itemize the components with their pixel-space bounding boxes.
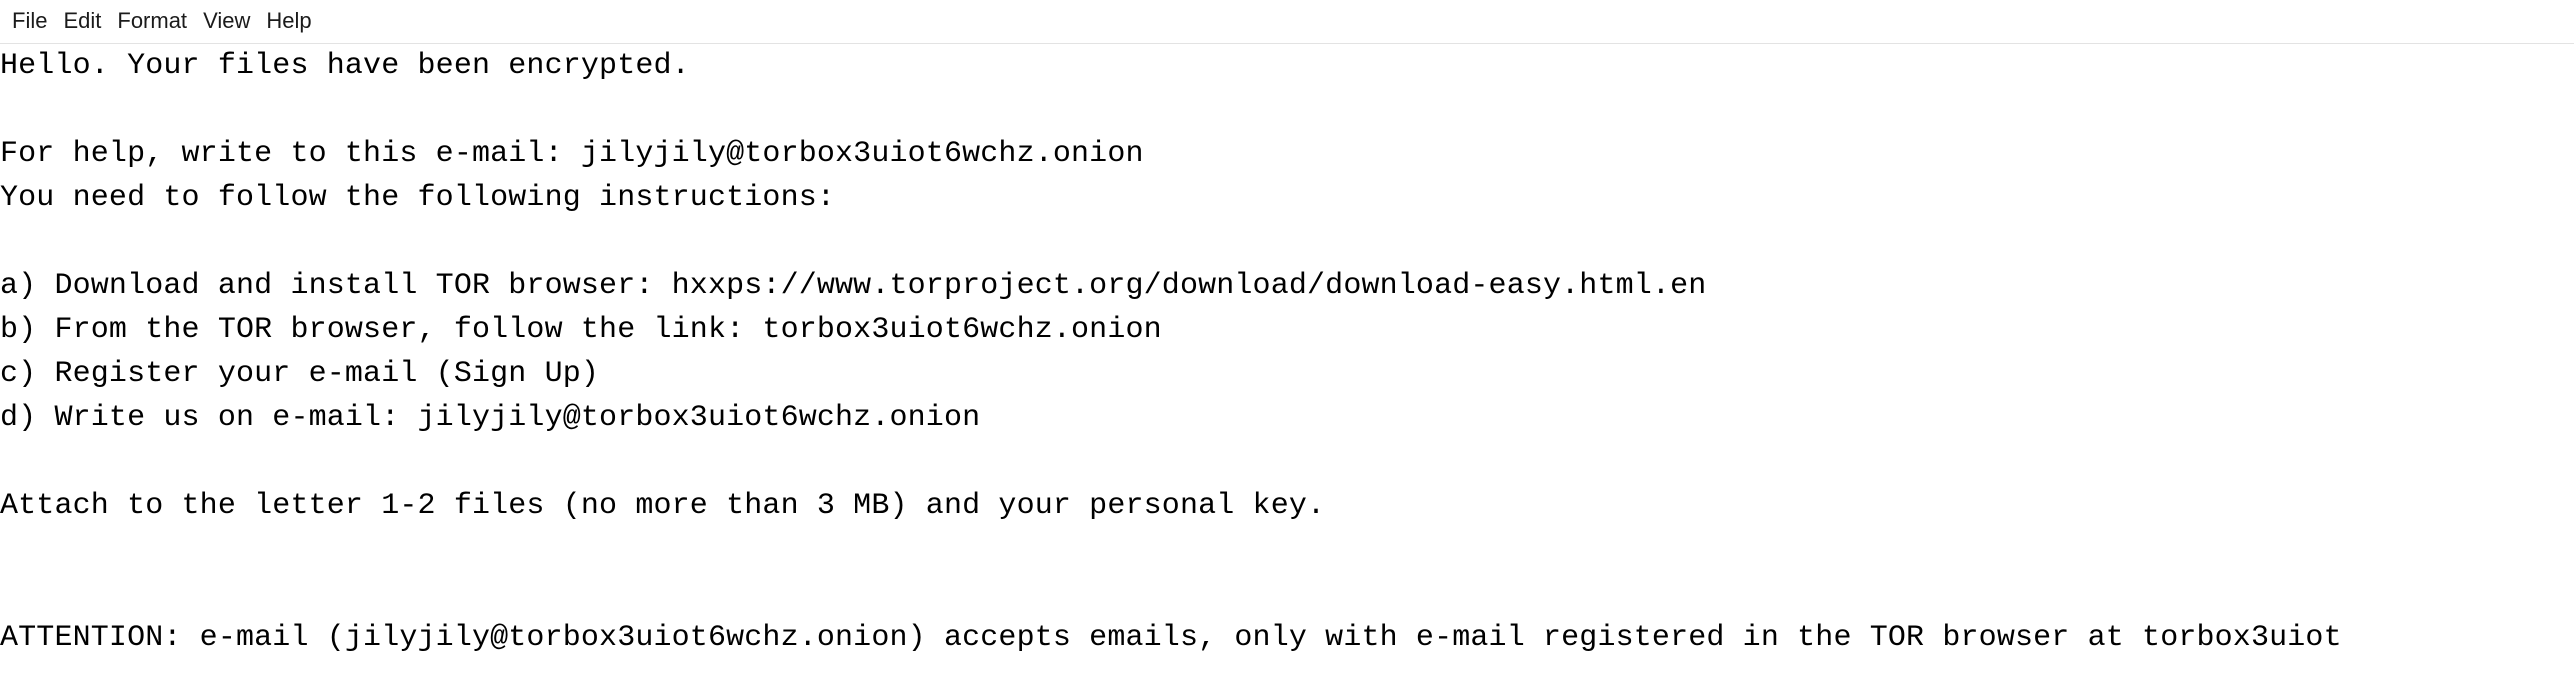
text-line: c) Register your e-mail (Sign Up) [0, 357, 600, 391]
text-line-blank [0, 572, 2574, 616]
text-line-blank [0, 220, 2574, 264]
text-line: d) Write us on e-mail: jilyjily@torbox3u… [0, 401, 981, 435]
menu-item-view[interactable]: View [195, 6, 258, 38]
menu-item-file[interactable]: File [4, 6, 55, 38]
text-line-blank [0, 88, 2574, 132]
menu-item-edit[interactable]: Edit [55, 6, 109, 38]
notepad-window: File Edit Format View Help Hello. Your f… [0, 0, 2574, 682]
text-line: a) Download and install TOR browser: hxx… [0, 269, 1707, 303]
text-line: Attach to the letter 1-2 files (no more … [0, 489, 1326, 523]
text-line: You need to follow the following instruc… [0, 181, 836, 215]
text-line: Hello. Your files have been encrypted. [0, 49, 690, 83]
document-text[interactable]: Hello. Your files have been encrypted. F… [0, 44, 2574, 660]
menu-item-help[interactable]: Help [258, 6, 319, 38]
menu-item-format[interactable]: Format [109, 6, 195, 38]
text-line: b) From the TOR browser, follow the link… [0, 313, 1162, 347]
text-line-blank [0, 528, 2574, 572]
text-line-blank [0, 440, 2574, 484]
menu-bar: File Edit Format View Help [0, 0, 2574, 44]
text-line: ATTENTION: e-mail (jilyjily@torbox3uiot6… [0, 621, 2342, 655]
text-line: For help, write to this e-mail: jilyjily… [0, 137, 1144, 171]
text-editor-area[interactable]: Hello. Your files have been encrypted. F… [0, 44, 2574, 682]
